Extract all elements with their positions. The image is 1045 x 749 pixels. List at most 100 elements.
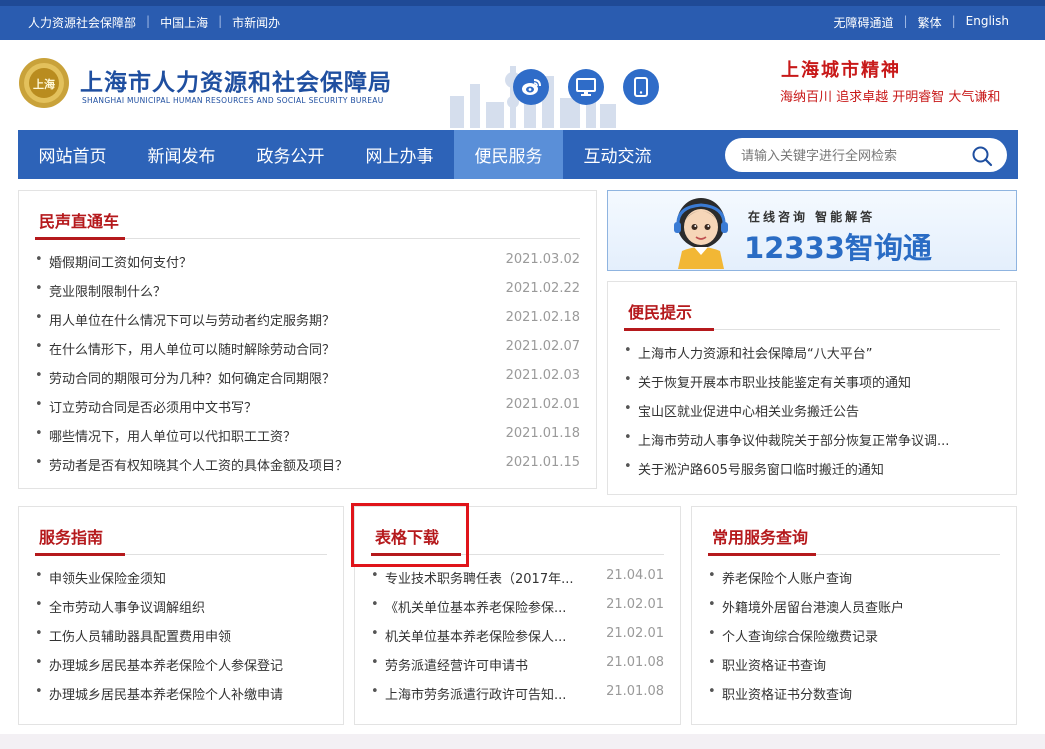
list-item-date: 21.01.08 — [606, 655, 664, 670]
query-list: 养老保险个人账户查询 外籍境外居留台港澳人员查账户 个人查询综合保险缴费记录 职… — [708, 568, 1000, 713]
nav-item-news[interactable]: 新闻发布 — [127, 130, 236, 179]
list-item[interactable]: 全市劳动人事争议调解组织 — [35, 597, 327, 626]
list-item[interactable]: 上海市劳务派遣行政许可告知... 21.01.08 — [371, 684, 664, 713]
list-item[interactable]: 养老保险个人账户查询 — [708, 568, 1000, 597]
list-item[interactable]: 劳动者是否有权知晓其个人工资的具体金额及项目？ 2021.01.15 — [35, 455, 580, 484]
nav-item-online-services[interactable]: 网上办事 — [345, 130, 454, 179]
list-item-text: 办理城乡居民基本养老保险个人补缴申请 — [49, 688, 284, 703]
city-spirit-words: 海纳百川 追求卓越 开明睿智 大气谦和 — [780, 90, 1001, 105]
list-item-text: 工伤人员辅助器具配置费用申领 — [49, 630, 232, 645]
list-item[interactable]: 在什么情形下，用人单位可以随时解除劳动合同？ 2021.02.07 — [35, 339, 580, 368]
topbar-link-traditional[interactable]: 繁体 — [918, 14, 942, 31]
list-item[interactable]: 职业资格证书分数查询 — [708, 684, 1000, 713]
list-item[interactable]: 劳务派遣经营许可申请书 21.01.08 — [371, 655, 664, 684]
12333-banner[interactable]: 在线咨询 智能解答 12333智询通 — [607, 190, 1017, 271]
list-item-text: 专业技术职务聘任表（2017年... — [385, 572, 574, 587]
nav-item-gov-info[interactable]: 政务公开 — [236, 130, 345, 179]
panel-title-tips[interactable]: 便民提示 — [628, 299, 692, 323]
list-item-text: 哪些情况下，用人单位可以代扣职工工资？ — [49, 430, 297, 445]
list-item[interactable]: 申领失业保险金须知 — [35, 568, 327, 597]
list-item[interactable]: 办理城乡居民基本养老保险个人补缴申请 — [35, 684, 327, 713]
panel-tips: 便民提示 上海市人力资源和社会保障局“八大平台” 关于恢复开展本市职业技能鉴定有… — [607, 281, 1017, 495]
list-item-text: 上海市劳动人事争议仲裁院关于部分恢复正常争议调... — [638, 434, 950, 449]
topbar-right-links: 无障碍通道 | 繁体 | English — [834, 14, 1009, 31]
org-name[interactable]: 上海市人力资源和社会保障局 — [80, 63, 392, 97]
list-item-text: 劳务派遣经营许可申请书 — [385, 659, 529, 674]
list-item[interactable]: 工伤人员辅助器具配置费用申领 — [35, 626, 327, 655]
list-item[interactable]: 竞业限制限制什么？ 2021.02.22 — [35, 281, 580, 310]
list-item[interactable]: 外籍境外居留台港澳人员查账户 — [708, 597, 1000, 626]
topbar-separator: | — [903, 14, 908, 28]
list-item-date: 2021.03.02 — [505, 252, 580, 267]
list-item[interactable]: 用人单位在什么情况下可以与劳动者约定服务期？ 2021.02.18 — [35, 310, 580, 339]
list-item[interactable]: 哪些情况下，用人单位可以代扣职工工资？ 2021.01.18 — [35, 426, 580, 455]
top-utility-bar: 人力资源社会保障部 | 中国上海 | 市新闻办 无障碍通道 | 繁体 | Eng… — [0, 0, 1045, 40]
customer-service-avatar-icon — [674, 198, 728, 269]
topbar-link-china-shanghai[interactable]: 中国上海 — [160, 14, 208, 31]
list-item-text: 关于淞沪路605号服务窗口临时搬迁的通知 — [638, 463, 884, 478]
list-item-date: 21.04.01 — [606, 568, 664, 583]
guide-list: 申领失业保险金须知 全市劳动人事争议调解组织 工伤人员辅助器具配置费用申领 办理… — [35, 568, 327, 713]
panel-guide: 服务指南 申领失业保险金须知 全市劳动人事争议调解组织 工伤人员辅助器具配置费用… — [18, 506, 344, 725]
list-item[interactable]: 职业资格证书查询 — [708, 655, 1000, 684]
list-item-date: 2021.02.03 — [505, 368, 580, 383]
list-item-text: 《机关单位基本养老保险参保... — [385, 601, 567, 616]
list-item[interactable]: 机关单位基本养老保险参保人... 21.02.01 — [371, 626, 664, 655]
panel-divider-accent — [35, 553, 125, 556]
list-item-date: 21.02.01 — [606, 597, 664, 612]
panel-title-guide[interactable]: 服务指南 — [39, 524, 103, 548]
list-item-text: 机关单位基本养老保险参保人... — [385, 630, 567, 645]
panel-title-minsheng[interactable]: 民声直通车 — [39, 208, 119, 232]
list-item-date: 2021.02.07 — [505, 339, 580, 354]
nav-item-convenience-services[interactable]: 便民服务 — [454, 130, 563, 179]
list-item-date: 2021.02.01 — [505, 397, 580, 412]
topbar-separator: | — [218, 14, 223, 28]
topbar-link-news-office[interactable]: 市新闻办 — [232, 14, 280, 31]
topbar-left-links: 人力资源社会保障部 | 中国上海 | 市新闻办 — [28, 14, 280, 31]
list-item-text: 宝山区就业促进中心相关业务搬迁公告 — [638, 405, 860, 420]
list-item-text: 个人查询综合保险缴费记录 — [722, 630, 879, 645]
topbar-separator: | — [146, 14, 151, 28]
desktop-button[interactable] — [568, 69, 604, 105]
panel-divider-accent — [35, 237, 125, 240]
list-item-text: 办理城乡居民基本养老保险个人参保登记 — [49, 659, 284, 674]
forms-list: 专业技术职务聘任表（2017年... 21.04.01 《机关单位基本养老保险参保… — [371, 568, 664, 713]
search-icon[interactable] — [971, 145, 993, 167]
list-item[interactable]: 劳动合同的期限可分为几种？如何确定合同期限？ 2021.02.03 — [35, 368, 580, 397]
panel-title-query[interactable]: 常用服务查询 — [712, 524, 808, 548]
search-input[interactable] — [741, 145, 961, 165]
list-item-text: 劳动合同的期限可分为几种？如何确定合同期限？ — [49, 372, 336, 387]
topbar-link-accessibility[interactable]: 无障碍通道 — [834, 14, 894, 31]
list-item-text: 婚假期间工资如何支付？ — [49, 256, 193, 271]
list-item[interactable]: 《机关单位基本养老保险参保... 21.02.01 — [371, 597, 664, 626]
list-item-date: 2021.02.18 — [505, 310, 580, 325]
topbar-link-english[interactable]: English — [966, 14, 1009, 31]
list-item[interactable]: 个人查询综合保险缴费记录 — [708, 626, 1000, 655]
topbar-separator: | — [951, 14, 956, 28]
banner-tagline: 在线咨询 智能解答 — [748, 210, 876, 224]
list-item-date: 21.02.01 — [606, 626, 664, 641]
list-item[interactable]: 关于淞沪路605号服务窗口临时搬迁的通知 — [624, 459, 1000, 488]
list-item-text: 职业资格证书分数查询 — [722, 688, 853, 703]
mobile-button[interactable] — [623, 69, 659, 105]
list-item[interactable]: 宝山区就业促进中心相关业务搬迁公告 — [624, 401, 1000, 430]
bureau-emblem-icon[interactable]: 上海 — [18, 57, 70, 109]
mobile-icon — [634, 77, 648, 97]
nav-item-interaction[interactable]: 互动交流 — [563, 130, 672, 179]
site-header: 上海 上海市人力资源和社会保障局 SHANGHAI MUNICIPAL HUMA… — [0, 40, 1045, 128]
list-item-text: 职业资格证书查询 — [722, 659, 827, 674]
list-item[interactable]: 办理城乡居民基本养老保险个人参保登记 — [35, 655, 327, 684]
list-item-date: 2021.02.22 — [505, 281, 580, 296]
topbar-link-mohrss[interactable]: 人力资源社会保障部 — [28, 14, 136, 31]
nav-item-home[interactable]: 网站首页 — [18, 130, 127, 179]
list-item[interactable]: 上海市劳动人事争议仲裁院关于部分恢复正常争议调... — [624, 430, 1000, 459]
list-item-text: 劳动者是否有权知晓其个人工资的具体金额及项目？ — [49, 459, 349, 474]
list-item-text: 全市劳动人事争议调解组织 — [49, 601, 206, 616]
city-spirit-title: 上海城市精神 — [781, 60, 901, 81]
list-item[interactable]: 订立劳动合同是否必须用中文书写？ 2021.02.01 — [35, 397, 580, 426]
list-item[interactable]: 关于恢复开展本市职业技能鉴定有关事项的通知 — [624, 372, 1000, 401]
list-item[interactable]: 上海市人力资源和社会保障局“八大平台” — [624, 343, 1000, 372]
list-item[interactable]: 专业技术职务聘任表（2017年... 21.04.01 — [371, 568, 664, 597]
list-item[interactable]: 婚假期间工资如何支付？ 2021.03.02 — [35, 252, 580, 281]
weibo-button[interactable] — [513, 69, 549, 105]
